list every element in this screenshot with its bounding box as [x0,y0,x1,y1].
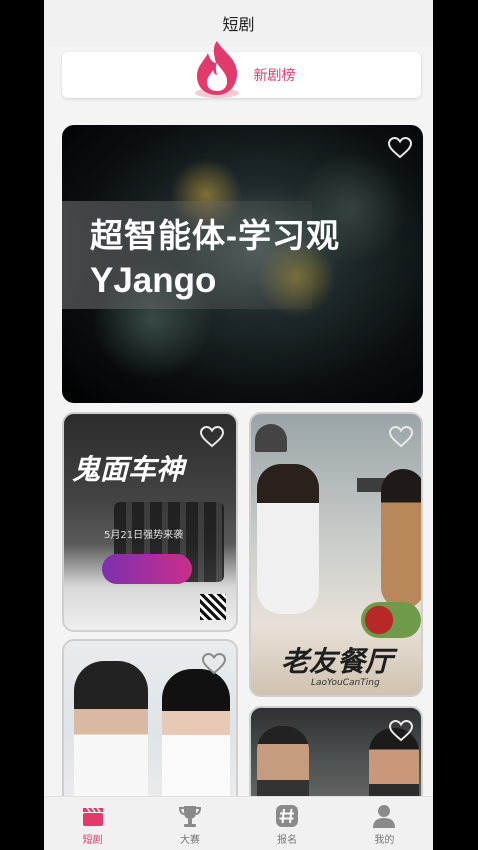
bottom-tab-bar: 短剧 大赛 报名 我的 [44,796,433,850]
tab-drama[interactable]: 短剧 [44,797,141,850]
featured-drama-card[interactable]: 超智能体-学习观 YJango [62,125,423,403]
drama-card-guimian[interactable]: 鬼面车神 5月21日强势来袭 [62,412,238,632]
poster-car [102,554,192,584]
heart-icon[interactable] [388,137,412,159]
tab-label: 报名 [277,834,298,846]
heart-icon[interactable] [200,426,224,448]
drama-card-costume[interactable] [62,639,238,809]
heart-icon[interactable] [389,720,413,742]
tab-signup[interactable]: 报名 [239,797,336,850]
poster-figure [162,669,230,807]
page-title: 短剧 [222,15,255,34]
banner-label: 新剧榜 [253,68,296,84]
poster-vegetables [361,602,421,638]
poster-title: 鬼面车神 [72,454,185,485]
tab-profile[interactable]: 我的 [336,797,433,850]
poster-figure [74,661,148,807]
qr-code [200,594,226,620]
drama-card-laoyou[interactable]: 老友餐厅 LaoYouCanTing [249,412,423,697]
heart-icon[interactable] [389,426,413,448]
poster-figure [381,469,421,609]
featured-author: YJango [90,261,217,300]
trophy-icon [178,805,201,827]
poster-title: 老友餐厅 [281,645,394,678]
tab-label: 我的 [374,834,395,846]
poster-figure [257,464,319,614]
heart-icon[interactable] [202,653,226,675]
poster-date: 5月21日强势来袭 [104,530,184,541]
tab-label: 短剧 [82,834,103,846]
user-icon [373,804,396,828]
featured-title: 超智能体-学习观 [90,217,340,254]
fire-icon [194,41,239,98]
app-screen: 短剧 新剧榜 超智能体-学习观 YJango 鬼面车神 5月21日强势来袭 老友… [44,0,433,850]
hashtag-icon [276,804,299,827]
tab-label: 大赛 [179,834,200,846]
poster-subtitle: LaoYouCanTing [311,678,380,688]
tab-contest[interactable]: 大赛 [141,797,238,850]
clapperboard-icon [82,807,103,826]
poster-lamp [255,424,287,452]
new-drama-ranking-banner[interactable]: 新剧榜 [62,41,421,98]
